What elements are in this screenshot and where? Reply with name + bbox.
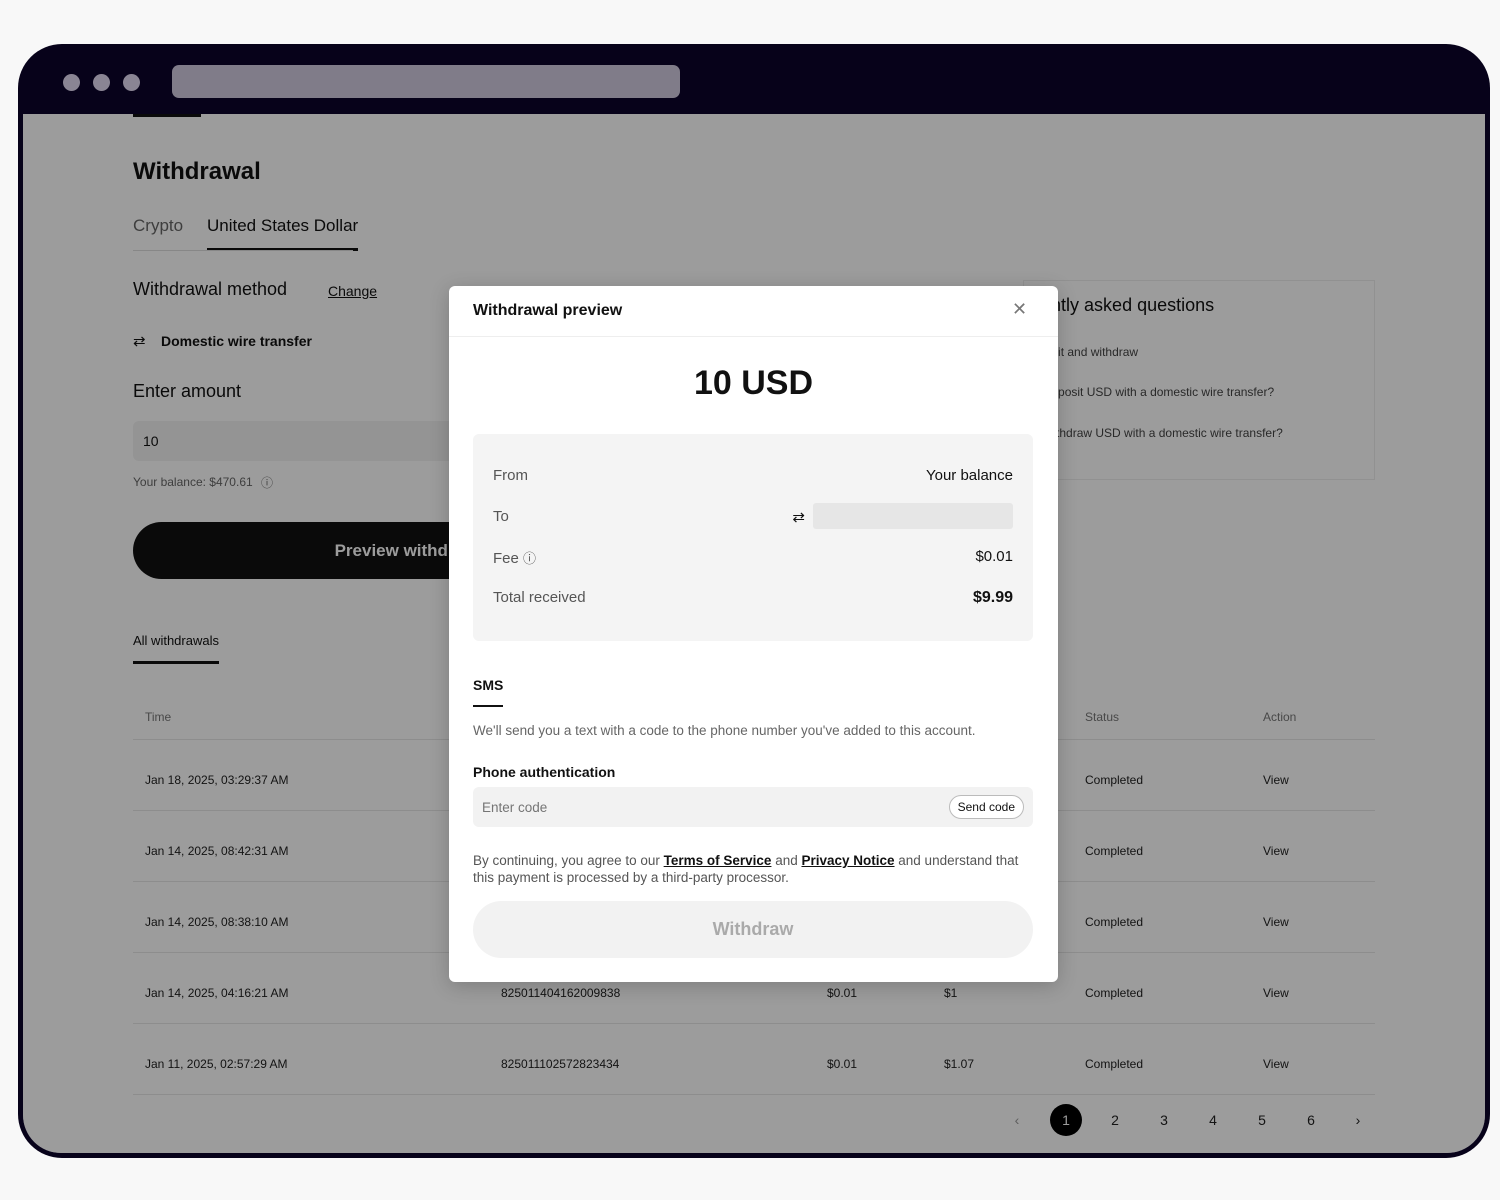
send-code-button[interactable]: Send code [948, 795, 1024, 819]
terms-link[interactable]: Terms of Service [664, 853, 772, 868]
withdrawal-preview-modal: Withdrawal preview ✕ 10 USD From Your bal… [449, 286, 1058, 982]
to-row: To ⇄ [493, 503, 1013, 529]
info-icon[interactable]: ⓘ [523, 551, 536, 566]
close-icon[interactable]: ✕ [1012, 299, 1027, 320]
window-dot-icon [63, 74, 80, 91]
to-label: To [493, 508, 509, 525]
fee-row: Fee ⓘ $0.01 [493, 548, 1013, 567]
header-divider [449, 336, 1058, 337]
phone-auth-label: Phone authentication [473, 764, 616, 780]
total-value: $9.99 [972, 589, 1013, 606]
window-dot-icon [123, 74, 140, 91]
tab-sms[interactable]: SMS [473, 677, 504, 707]
address-bar[interactable] [172, 65, 680, 98]
window-dot-icon [93, 74, 110, 91]
page-content: Withdrawal Crypto United States Dollar W… [23, 114, 1485, 1153]
transfer-icon: ⇄ [792, 509, 805, 526]
modal-title: Withdrawal preview [473, 302, 623, 319]
redacted-account [813, 503, 1013, 529]
browser-window: Withdrawal Crypto United States Dollar W… [18, 44, 1490, 1158]
fee-label: Fee [493, 550, 519, 567]
code-input[interactable] [473, 787, 933, 827]
total-row: Total received $9.99 [493, 589, 1013, 606]
total-label: Total received [493, 589, 586, 606]
fee-value: $0.01 [975, 548, 1013, 565]
withdraw-button[interactable]: Withdraw [473, 901, 1033, 958]
terms-text-and: and [771, 853, 802, 868]
from-row: From Your balance [493, 467, 1013, 484]
terms-text: By continuing, you agree to our Terms of… [473, 852, 1033, 886]
from-value: Your balance [925, 467, 1013, 484]
privacy-link[interactable]: Privacy Notice [801, 853, 894, 868]
code-field: Send code [473, 787, 1033, 827]
summary-box: From Your balance To ⇄ Fee ⓘ $0.01 Total r… [473, 434, 1033, 641]
from-label: From [493, 467, 528, 484]
amount-display: 10 USD [693, 364, 814, 402]
sms-description: We'll send you a text with a code to the… [473, 723, 976, 738]
terms-text-pre: By continuing, you agree to our [473, 853, 664, 868]
